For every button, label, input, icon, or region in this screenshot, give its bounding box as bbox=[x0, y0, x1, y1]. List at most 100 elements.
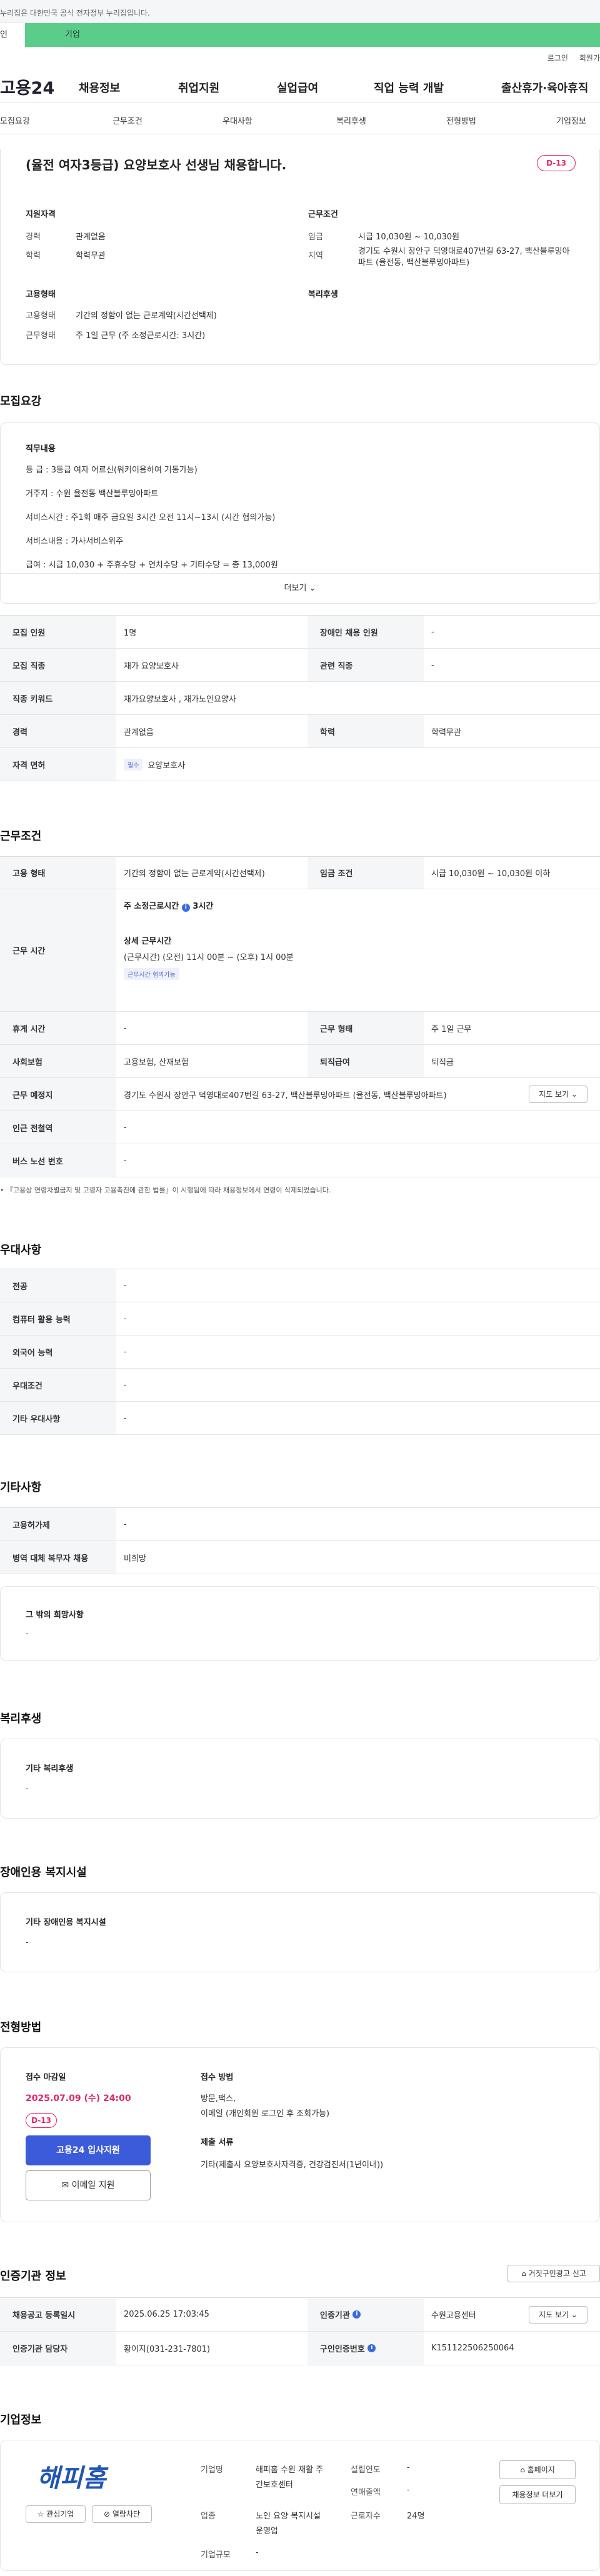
weekly-hours: 주 소정근로시간 i 3시간 bbox=[124, 899, 213, 912]
th: 구인인증번호 i bbox=[308, 2332, 424, 2365]
method-line: 이메일 (개인회원 로그인 후 조회가능) bbox=[201, 2109, 330, 2119]
welfare-card: 기타 복리후생 - bbox=[0, 1739, 600, 1819]
welfare-title: 복리후생 bbox=[308, 290, 338, 299]
fav-button[interactable]: ☆ 관심기업 bbox=[26, 2505, 86, 2523]
name-value: 해피홈 수원 재활 주간보호센터 bbox=[256, 2465, 324, 2490]
wish-value: - bbox=[26, 1629, 29, 1639]
table-row: 기타 우대사항 - bbox=[0, 1402, 600, 1435]
subnav-recruit[interactable]: 모집요강 bbox=[0, 114, 30, 126]
duty-line: 서비스내용 : 가사서비스위주 bbox=[26, 537, 124, 546]
subnav-pref[interactable]: 우대사항 bbox=[222, 114, 252, 126]
homepage-label: 홈페이지 bbox=[527, 2465, 555, 2474]
td: - bbox=[124, 1380, 127, 1390]
nav-jobs[interactable]: 채용정보 bbox=[79, 79, 120, 96]
site-header: 고용24 채용정보 취업지원 실업급여 직업 능력 개발 출산휴가·육아휴직 bbox=[0, 66, 600, 103]
etc-title: 기타사항 bbox=[0, 1481, 42, 1494]
info-icon[interactable]: i bbox=[352, 2310, 361, 2319]
career-label: 경력 bbox=[26, 232, 41, 242]
cert-table: 채용공고 등록일시 2025.06.25 17:03:45 인증기관 i 수원고… bbox=[0, 2297, 600, 2365]
table-row: 전공 - bbox=[0, 1269, 600, 1302]
tab-person[interactable]: 인 bbox=[0, 23, 25, 47]
td: - bbox=[124, 1156, 127, 1166]
th: 근무 시간 bbox=[0, 889, 116, 1011]
nav-parental[interactable]: 출산휴가·육아휴직 bbox=[501, 79, 588, 96]
nav-unemployment[interactable]: 실업급여 bbox=[277, 79, 318, 96]
detail-label: 상세 근무시간 bbox=[124, 937, 172, 946]
gov-banner: 누리집은 대한민국 공식 전자정부 누리집입니다. bbox=[0, 0, 600, 23]
emp-label: 고용형태 bbox=[26, 311, 56, 321]
cert-map-button[interactable]: 지도 보기 ⌄ bbox=[529, 2306, 588, 2324]
name-label: 기업명 bbox=[201, 2465, 223, 2475]
th: 컴퓨터 활용 능력 bbox=[0, 1302, 116, 1335]
apply-card: 접수 마감일 2025.07.09 (수) 24:00 D-13 고용24 입사… bbox=[0, 2047, 600, 2222]
info-icon[interactable]: i bbox=[368, 2344, 376, 2352]
emp-count-label: 근로자수 bbox=[351, 2512, 381, 2521]
tab-corp[interactable]: 기업 bbox=[25, 23, 600, 47]
table-row: 모집 인원 1명 장애인 채용 인원 - bbox=[0, 616, 600, 649]
disabled-box-value: - bbox=[26, 1938, 29, 1947]
sales-label: 연매출액 bbox=[351, 2488, 381, 2497]
td: - bbox=[431, 660, 434, 670]
duty-card: 직무내용 등 급 : 3등급 여자 어르신(워커이용하여 거동가능) 거주지 :… bbox=[0, 422, 600, 604]
report-button[interactable]: ⌂ 거짓구인광고 신고 bbox=[508, 2265, 600, 2282]
nav-training[interactable]: 직업 능력 개발 bbox=[374, 79, 444, 96]
map-label: 지도 보기 bbox=[539, 1090, 569, 1099]
region-value: 경기도 수원시 장안구 덕영대로407번길 63-27, 백산블루밍아파트 (율… bbox=[358, 247, 570, 267]
th: 직종 키워드 bbox=[0, 682, 116, 714]
login-link[interactable]: 로그인 bbox=[548, 52, 568, 63]
td: 비희망 bbox=[124, 1554, 146, 1564]
more-button[interactable]: 더보기 ⌄ bbox=[1, 573, 599, 603]
td: 고용보험, 산재보험 bbox=[124, 1057, 189, 1067]
site-logo[interactable]: 고용24 bbox=[0, 74, 54, 99]
age-note-text: 『고용상 연령차별금지 및 고령자 고용촉진에 관한 법률』이 시행됨에 따라 … bbox=[6, 1186, 331, 1194]
company-card: 해피홈 ☆ 관심기업 ⊘ 열람차단 기업명 해피홈 수원 재활 주간보호센터 설… bbox=[0, 2440, 600, 2571]
welfare-box-value: - bbox=[26, 1784, 29, 1794]
td: 필수 요양보호사 bbox=[116, 748, 600, 781]
block-button[interactable]: ⊘ 열람차단 bbox=[92, 2505, 152, 2523]
wish-title: 그 밖의 희망사항 bbox=[26, 1610, 84, 1620]
disabled-card: 기타 장애인용 복지시설 - bbox=[0, 1892, 600, 1972]
table-row: 직종 키워드 재가요양보호사 , 재가노인요양사 bbox=[0, 682, 600, 715]
chevron-down-icon: ⌄ bbox=[571, 1090, 578, 1099]
subnav-apply[interactable]: 전형방법 bbox=[446, 114, 476, 126]
subnav-welfare[interactable]: 복리후생 bbox=[336, 114, 366, 126]
disabled-title: 장애인용 복지시설 bbox=[0, 1866, 87, 1879]
homepage-button[interactable]: ⌂ 홈페이지 bbox=[499, 2460, 576, 2479]
job-list-button[interactable]: 채용정보 더보기 bbox=[499, 2485, 576, 2504]
table-row: 고용 형태 기간의 정함이 없는 근로계약(시간선택제) 임금 조건 시급 10… bbox=[0, 857, 600, 889]
th: 경력 bbox=[0, 715, 116, 747]
td: 기간의 정함이 없는 근로계약(시간선택제) bbox=[124, 869, 265, 879]
subnav-work[interactable]: 근무조건 bbox=[112, 114, 142, 126]
th: 버스 노선 번호 bbox=[0, 1144, 116, 1177]
form-value: 주 1일 근무 (주 소정근로시간: 3시간) bbox=[76, 331, 206, 341]
subnav-company[interactable]: 기업정보 bbox=[556, 114, 586, 126]
age-note: • 『고용상 연령차별금지 및 고령자 고용촉진에 관한 법률』이 시행됨에 따… bbox=[0, 1186, 331, 1194]
apply-button[interactable]: 고용24 입사지원 bbox=[26, 2135, 151, 2165]
td: - bbox=[124, 1281, 127, 1290]
table-row: 채용공고 등록일시 2025.06.25 17:03:45 인증기관 i 수원고… bbox=[0, 2298, 600, 2332]
report-label: 거짓구인광고 신고 bbox=[528, 2269, 586, 2278]
th: 장애인 채용 인원 bbox=[308, 616, 424, 648]
table-row: 외국어 능력 - bbox=[0, 1335, 600, 1369]
fav-label: 관심기업 bbox=[46, 2510, 74, 2519]
join-link[interactable]: 회원가 bbox=[579, 52, 600, 63]
wish-card: 그 밖의 희망사항 - bbox=[0, 1586, 600, 1661]
pref-table: 전공 - 컴퓨터 활용 능력 - 외국어 능력 - 우대조건 - 기타 우대사항 - bbox=[0, 1269, 600, 1435]
table-row: 버스 노선 번호 - bbox=[0, 1144, 600, 1177]
table-row: 모집 직종 재가 요양보호사 관련 직종 - bbox=[0, 649, 600, 682]
table-row: 병역 대체 복무자 채용 비희망 bbox=[0, 1541, 600, 1574]
info-icon[interactable]: i bbox=[181, 904, 190, 912]
map-button[interactable]: 지도 보기 ⌄ bbox=[529, 1086, 588, 1103]
email-apply-button[interactable]: ✉ 이메일 지원 bbox=[26, 2170, 151, 2200]
nav-employment[interactable]: 취업지원 bbox=[178, 79, 219, 96]
td: 재가요양보호사 , 재가노인요양사 bbox=[124, 694, 236, 704]
section-subnav: 모집요강 근무조건 우대사항 복리후생 전형방법 기업정보 bbox=[0, 103, 600, 134]
disabled-box-title: 기타 장애인용 복지시설 bbox=[26, 1918, 106, 1927]
th: 병역 대체 복무자 채용 bbox=[0, 1541, 116, 1574]
th: 우대조건 bbox=[0, 1369, 116, 1401]
house-icon: ⌂ bbox=[521, 2269, 526, 2278]
form-label: 근무형태 bbox=[26, 331, 56, 341]
td: 1명 bbox=[124, 628, 137, 638]
apply-dday-badge: D-13 bbox=[26, 2113, 57, 2128]
emp-title: 고용형태 bbox=[26, 290, 56, 299]
